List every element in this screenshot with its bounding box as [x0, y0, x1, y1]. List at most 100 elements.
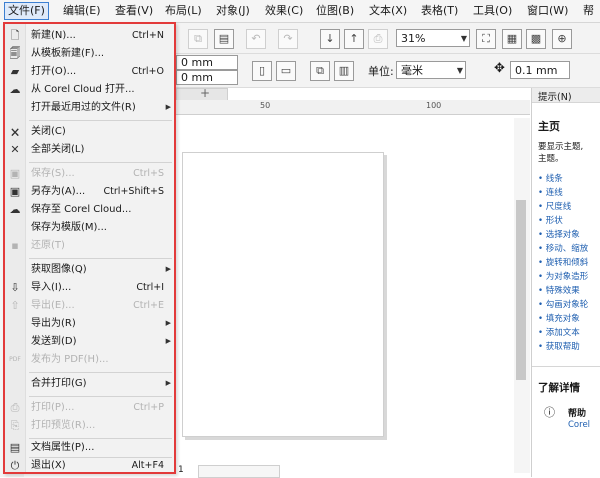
- object-width-value: 0 mm: [181, 56, 213, 69]
- show-rulers-icon[interactable]: ▦: [502, 29, 522, 49]
- menu-window[interactable]: 窗口(W): [524, 3, 571, 19]
- menu-help[interactable]: 帮: [580, 3, 597, 19]
- menu-item-print-preview[interactable]: ⎘ 打印预览(R)...: [5, 418, 174, 433]
- copy-icon[interactable]: ⧉: [188, 29, 208, 49]
- menu-separator: [29, 120, 172, 121]
- menu-table[interactable]: 表格(T): [418, 3, 461, 19]
- menu-item-acquire-image[interactable]: 获取图像(Q) ▶: [5, 262, 174, 277]
- close-document-icon: 🗙: [10, 125, 20, 138]
- menu-tools[interactable]: 工具(O): [470, 3, 515, 19]
- menu-item-export[interactable]: ⇧ 导出(E)... Ctrl+E: [5, 298, 174, 313]
- menu-item-publish-pdf[interactable]: PDF 发布为 PDF(H)...: [5, 352, 174, 367]
- hint-link[interactable]: • 形状: [538, 214, 563, 226]
- help-sub-link[interactable]: Corel: [568, 420, 590, 430]
- new-from-template-icon: 🗐: [9, 47, 21, 60]
- menu-item-new[interactable]: 🗋 新建(N)... Ctrl+N: [5, 28, 174, 43]
- hint-link[interactable]: • 填充对象: [538, 312, 580, 324]
- snap-to-icon[interactable]: ⊕: [552, 29, 572, 49]
- hint-link[interactable]: • 特殊效果: [538, 284, 580, 296]
- menu-item-exit[interactable]: ⏻ 退出(X) Alt+F4: [5, 458, 174, 473]
- menu-item-new-from-template[interactable]: 🗐 从模板新建(F)...: [5, 46, 174, 61]
- menu-item-shortcut: Ctrl+E: [133, 300, 164, 311]
- portrait-icon[interactable]: ▯: [252, 61, 272, 81]
- show-grid-icon[interactable]: ▩: [526, 29, 546, 49]
- menu-item-save[interactable]: ▣ 保存(S)... Ctrl+S: [5, 166, 174, 181]
- menu-view[interactable]: 查看(V): [112, 3, 156, 19]
- divider: [532, 366, 600, 367]
- menu-item-send-to[interactable]: 发送到(D) ▶: [5, 334, 174, 349]
- hint-link[interactable]: • 勾画对象轮: [538, 298, 588, 310]
- menu-item-label: 另存为(A)...: [31, 186, 86, 197]
- new-document-icon: 🗋: [10, 29, 20, 42]
- menu-bitmaps[interactable]: 位图(B): [313, 3, 357, 19]
- undo-icon[interactable]: ↶: [246, 29, 266, 49]
- menu-effects[interactable]: 效果(C): [262, 3, 306, 19]
- menu-item-print[interactable]: ⎙ 打印(P)... Ctrl+P: [5, 400, 174, 415]
- object-height-field[interactable]: 0 mm: [176, 70, 238, 85]
- menu-item-label: 打开(O)...: [31, 66, 77, 77]
- menu-item-revert[interactable]: ▪ 还原(T): [5, 238, 174, 253]
- hint-link[interactable]: • 获取帮助: [538, 340, 580, 352]
- menu-item-shortcut: Ctrl+O: [131, 66, 164, 77]
- revert-icon: ▪: [11, 239, 19, 252]
- hint-link[interactable]: • 添加文本: [538, 326, 580, 338]
- menu-object[interactable]: 对象(J): [213, 3, 253, 19]
- menu-layout[interactable]: 布局(L): [162, 3, 205, 19]
- menu-item-save-to-cloud[interactable]: ☁ 保存至 Corel Cloud...: [5, 202, 174, 217]
- redo-icon[interactable]: ↷: [278, 29, 298, 49]
- menu-item-label: 关闭(C): [31, 126, 66, 137]
- menu-item-document-properties[interactable]: ▤ 文档属性(P)...: [5, 440, 174, 455]
- menu-item-import[interactable]: ⇩ 导入(I)... Ctrl+I: [5, 280, 174, 295]
- hint-link[interactable]: • 移动、缩放: [538, 242, 588, 254]
- submenu-arrow-icon: ▶: [165, 379, 171, 387]
- add-tab-icon[interactable]: +: [200, 86, 210, 100]
- menu-item-save-as[interactable]: ▣ 另存为(A)... Ctrl+Shift+S: [5, 184, 174, 199]
- menu-item-label: 合并打印(G): [31, 378, 87, 389]
- landscape-icon[interactable]: ▭: [276, 61, 296, 81]
- hint-link[interactable]: • 旋转和倾斜: [538, 256, 588, 268]
- page-navigator[interactable]: [198, 465, 280, 478]
- open-folder-icon: ▰: [10, 65, 20, 78]
- help-link[interactable]: 帮助: [568, 406, 586, 419]
- menu-item-shortcut: Ctrl+S: [133, 168, 164, 179]
- hint-link[interactable]: • 线条: [538, 172, 563, 184]
- menu-item-open-from-cloud[interactable]: ☁ 从 Corel Cloud 打开...: [5, 82, 174, 97]
- menu-item-label: 导出为(R): [31, 318, 76, 329]
- menu-item-save-as-template[interactable]: 保存为模版(M)...: [5, 220, 174, 235]
- power-icon: ⏻: [10, 459, 20, 472]
- save-icon: ▣: [9, 167, 21, 180]
- unit-select[interactable]: 毫米 ▼: [396, 61, 466, 79]
- scrollbar-thumb[interactable]: [516, 200, 526, 380]
- hint-link[interactable]: • 为对象造形: [538, 270, 588, 282]
- current-page-icon[interactable]: ▥: [334, 61, 354, 81]
- full-screen-icon[interactable]: ⛶: [476, 29, 496, 49]
- publish-pdf-icon[interactable]: ⎙: [368, 29, 388, 49]
- menu-item-close-all[interactable]: ✕ 全部关闭(L): [5, 142, 174, 157]
- menu-file[interactable]: 文件(F): [4, 2, 49, 20]
- import-toolbar-icon[interactable]: ↓: [320, 29, 340, 49]
- zoom-level-select[interactable]: 31% ▼: [396, 29, 470, 47]
- menu-item-close[interactable]: 🗙 关闭(C): [5, 124, 174, 139]
- export-toolbar-icon[interactable]: ↑: [344, 29, 364, 49]
- menu-edit[interactable]: 编辑(E): [60, 3, 104, 19]
- paste-icon[interactable]: ▤: [214, 29, 234, 49]
- unit-label: 单位:: [368, 65, 394, 78]
- menu-item-open[interactable]: ▰ 打开(O)... Ctrl+O: [5, 64, 174, 79]
- submenu-arrow-icon: ▶: [165, 265, 171, 273]
- docker-tab[interactable]: 提示(N): [532, 88, 600, 103]
- hint-link[interactable]: • 连线: [538, 186, 563, 198]
- document-page[interactable]: [182, 152, 384, 437]
- nudge-distance-field[interactable]: 0.1 mm: [510, 61, 570, 79]
- object-width-field[interactable]: 0 mm: [176, 55, 238, 70]
- menu-item-label: 导入(I)...: [31, 282, 72, 293]
- menu-item-print-merge[interactable]: 合并打印(G) ▶: [5, 376, 174, 391]
- all-pages-icon[interactable]: ⧉: [310, 61, 330, 81]
- hint-link[interactable]: • 选择对象: [538, 228, 580, 240]
- menu-item-open-recent[interactable]: 打开最近用过的文件(R) ▶: [5, 100, 174, 115]
- chevron-down-icon: ▼: [460, 34, 467, 43]
- menu-item-label: 还原(T): [31, 240, 65, 251]
- menu-item-export-for[interactable]: 导出为(R) ▶: [5, 316, 174, 331]
- menu-text[interactable]: 文本(X): [366, 3, 410, 19]
- menu-item-label: 保存为模版(M)...: [31, 222, 107, 233]
- hint-link[interactable]: • 尺度线: [538, 200, 571, 212]
